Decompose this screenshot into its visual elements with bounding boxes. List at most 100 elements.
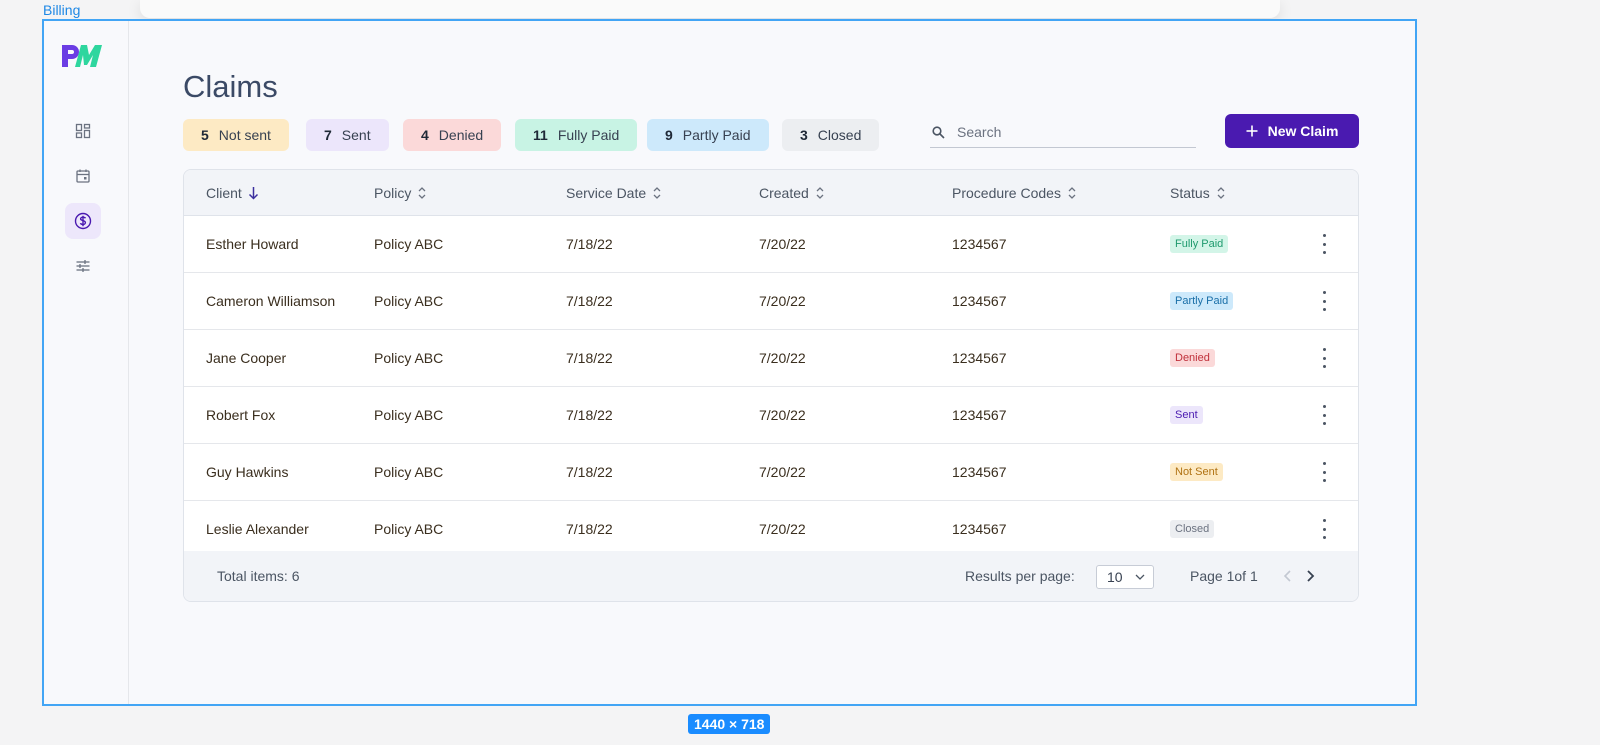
cell-service-date: 7/18/22 bbox=[566, 350, 613, 366]
cell-policy: Policy ABC bbox=[374, 407, 444, 423]
cell-status: Not Sent bbox=[1170, 444, 1223, 500]
table-header: Client Policy Service Date Created Proce… bbox=[184, 170, 1358, 216]
nav-dashboard[interactable] bbox=[65, 113, 101, 149]
top-overlay bbox=[140, 0, 1280, 18]
table-row[interactable]: Guy Hawkins Policy ABC 7/18/22 7/20/22 12345… bbox=[184, 444, 1358, 501]
status-badge: Sent bbox=[1170, 406, 1203, 424]
billing-dollar-icon bbox=[74, 212, 92, 230]
chevron-right-icon[interactable] bbox=[1303, 568, 1317, 584]
cell-created: 7/20/22 bbox=[759, 464, 806, 480]
col-procedure-codes[interactable]: Procedure Codes bbox=[952, 170, 1077, 216]
sort-icon bbox=[418, 187, 426, 199]
col-policy[interactable]: Policy bbox=[374, 170, 427, 216]
nav-settings[interactable] bbox=[65, 248, 101, 284]
claims-table: Client Policy Service Date Created Proce… bbox=[183, 169, 1359, 602]
col-service-date-label: Service Date bbox=[566, 185, 647, 201]
more-options-icon[interactable] bbox=[1319, 291, 1329, 311]
col-service-date[interactable]: Service Date bbox=[566, 170, 662, 216]
frame-label: Billing bbox=[43, 2, 81, 18]
filter-chip-closed[interactable]: 3 Closed bbox=[782, 119, 880, 151]
cell-client: Jane Cooper bbox=[206, 350, 287, 366]
calendar-icon bbox=[76, 169, 90, 183]
cell-client: Guy Hawkins bbox=[206, 464, 289, 480]
chevron-left-icon[interactable] bbox=[1281, 568, 1295, 584]
cell-policy: Policy ABC bbox=[374, 236, 444, 252]
pm-logo bbox=[62, 45, 102, 67]
col-policy-label: Policy bbox=[374, 185, 412, 201]
more-options-icon[interactable] bbox=[1319, 348, 1329, 368]
frame-size-badge: 1440 × 718 bbox=[688, 714, 771, 734]
new-claim-label: New Claim bbox=[1267, 123, 1339, 139]
cell-client: Esther Howard bbox=[206, 236, 299, 252]
cell-client: Leslie Alexander bbox=[206, 521, 309, 537]
total-items: Total items: 6 bbox=[217, 568, 300, 584]
cell-status: Partly Paid bbox=[1170, 273, 1234, 329]
results-per-page-label: Results per page: bbox=[965, 568, 1075, 584]
plus-icon bbox=[1246, 125, 1258, 137]
table-row[interactable]: Cameron Williamson Policy ABC 7/18/22 7/20/… bbox=[184, 273, 1358, 330]
chip-count: 11 bbox=[533, 127, 548, 143]
chip-label: Fully Paid bbox=[557, 127, 620, 143]
table-row[interactable]: Jane Cooper Policy ABC 7/18/22 7/20/22 12345… bbox=[184, 330, 1358, 387]
dashboard-icon bbox=[75, 123, 91, 139]
cell-procedure-codes: 1234567 bbox=[952, 521, 1007, 537]
sort-icon bbox=[1068, 187, 1076, 199]
cell-created: 7/20/22 bbox=[759, 293, 806, 309]
filter-chip-partly-paid[interactable]: 9 Partly Paid bbox=[647, 119, 769, 151]
cell-client: Cameron Williamson bbox=[206, 293, 336, 309]
cell-policy: Policy ABC bbox=[374, 464, 444, 480]
cell-status: Fully Paid bbox=[1170, 216, 1229, 272]
cell-created: 7/20/22 bbox=[759, 407, 806, 423]
page-title: Claims bbox=[183, 69, 278, 104]
col-status-label: Status bbox=[1170, 185, 1210, 201]
app-frame: Claims 5 Not sent 7 Sent 4 Denied 11 Fully Paid… bbox=[42, 19, 1417, 706]
sort-desc-icon bbox=[248, 187, 258, 200]
settings-sliders-icon bbox=[76, 260, 90, 272]
cell-service-date: 7/18/22 bbox=[566, 464, 613, 480]
status-badge: Not Sent bbox=[1170, 463, 1223, 481]
chip-count: 7 bbox=[324, 127, 332, 143]
cell-created: 7/20/22 bbox=[759, 521, 806, 537]
cell-procedure-codes: 1234567 bbox=[952, 407, 1007, 423]
more-options-icon[interactable] bbox=[1319, 519, 1329, 539]
search-bar[interactable] bbox=[930, 117, 1196, 148]
table-row[interactable]: Leslie Alexander Policy ABC 7/18/22 7/20/22… bbox=[184, 501, 1358, 558]
search-input[interactable] bbox=[957, 124, 1157, 140]
more-options-icon[interactable] bbox=[1319, 234, 1329, 254]
status-badge: Fully Paid bbox=[1170, 235, 1229, 253]
cell-service-date: 7/18/22 bbox=[566, 236, 613, 252]
more-options-icon[interactable] bbox=[1319, 462, 1329, 482]
chip-count: 3 bbox=[800, 127, 808, 143]
filter-chip-fully-paid[interactable]: 11 Fully Paid bbox=[515, 119, 638, 151]
new-claim-button[interactable]: New Claim bbox=[1225, 114, 1359, 148]
col-procedure-codes-label: Procedure Codes bbox=[952, 185, 1061, 201]
more-options-icon[interactable] bbox=[1319, 405, 1329, 425]
cell-service-date: 7/18/22 bbox=[566, 407, 613, 423]
results-per-page-select[interactable]: 10 bbox=[1096, 565, 1154, 589]
col-created[interactable]: Created bbox=[759, 170, 825, 216]
table-row[interactable]: Esther Howard Policy ABC 7/18/22 7/20/22 123… bbox=[184, 216, 1358, 273]
chip-count: 4 bbox=[421, 127, 429, 143]
page-info: Page 1of 1 bbox=[1190, 568, 1258, 584]
cell-client: Robert Fox bbox=[206, 407, 276, 423]
cell-created: 7/20/22 bbox=[759, 350, 806, 366]
cell-procedure-codes: 1234567 bbox=[952, 293, 1007, 309]
search-icon bbox=[932, 125, 945, 139]
cell-status: Sent bbox=[1170, 387, 1203, 443]
cell-service-date: 7/18/22 bbox=[566, 521, 613, 537]
col-status[interactable]: Status bbox=[1170, 170, 1226, 216]
cell-status: Denied bbox=[1170, 330, 1215, 386]
table-row[interactable]: Robert Fox Policy ABC 7/18/22 7/20/22 123456… bbox=[184, 387, 1358, 444]
status-badge: Denied bbox=[1170, 349, 1215, 367]
col-client[interactable]: Client bbox=[206, 170, 259, 216]
nav-calendar[interactable] bbox=[65, 158, 101, 194]
rpp-value: 10 bbox=[1107, 569, 1123, 585]
cell-service-date: 7/18/22 bbox=[566, 293, 613, 309]
filter-chip-sent[interactable]: 7 Sent bbox=[306, 119, 389, 151]
cell-policy: Policy ABC bbox=[374, 293, 444, 309]
nav-billing[interactable] bbox=[65, 203, 101, 239]
filter-chip-not-sent[interactable]: 5 Not sent bbox=[183, 119, 289, 151]
table-footer: Total items: 6 Results per page: 10 Page… bbox=[184, 551, 1358, 601]
cell-policy: Policy ABC bbox=[374, 350, 444, 366]
filter-chip-denied[interactable]: 4 Denied bbox=[403, 119, 502, 151]
